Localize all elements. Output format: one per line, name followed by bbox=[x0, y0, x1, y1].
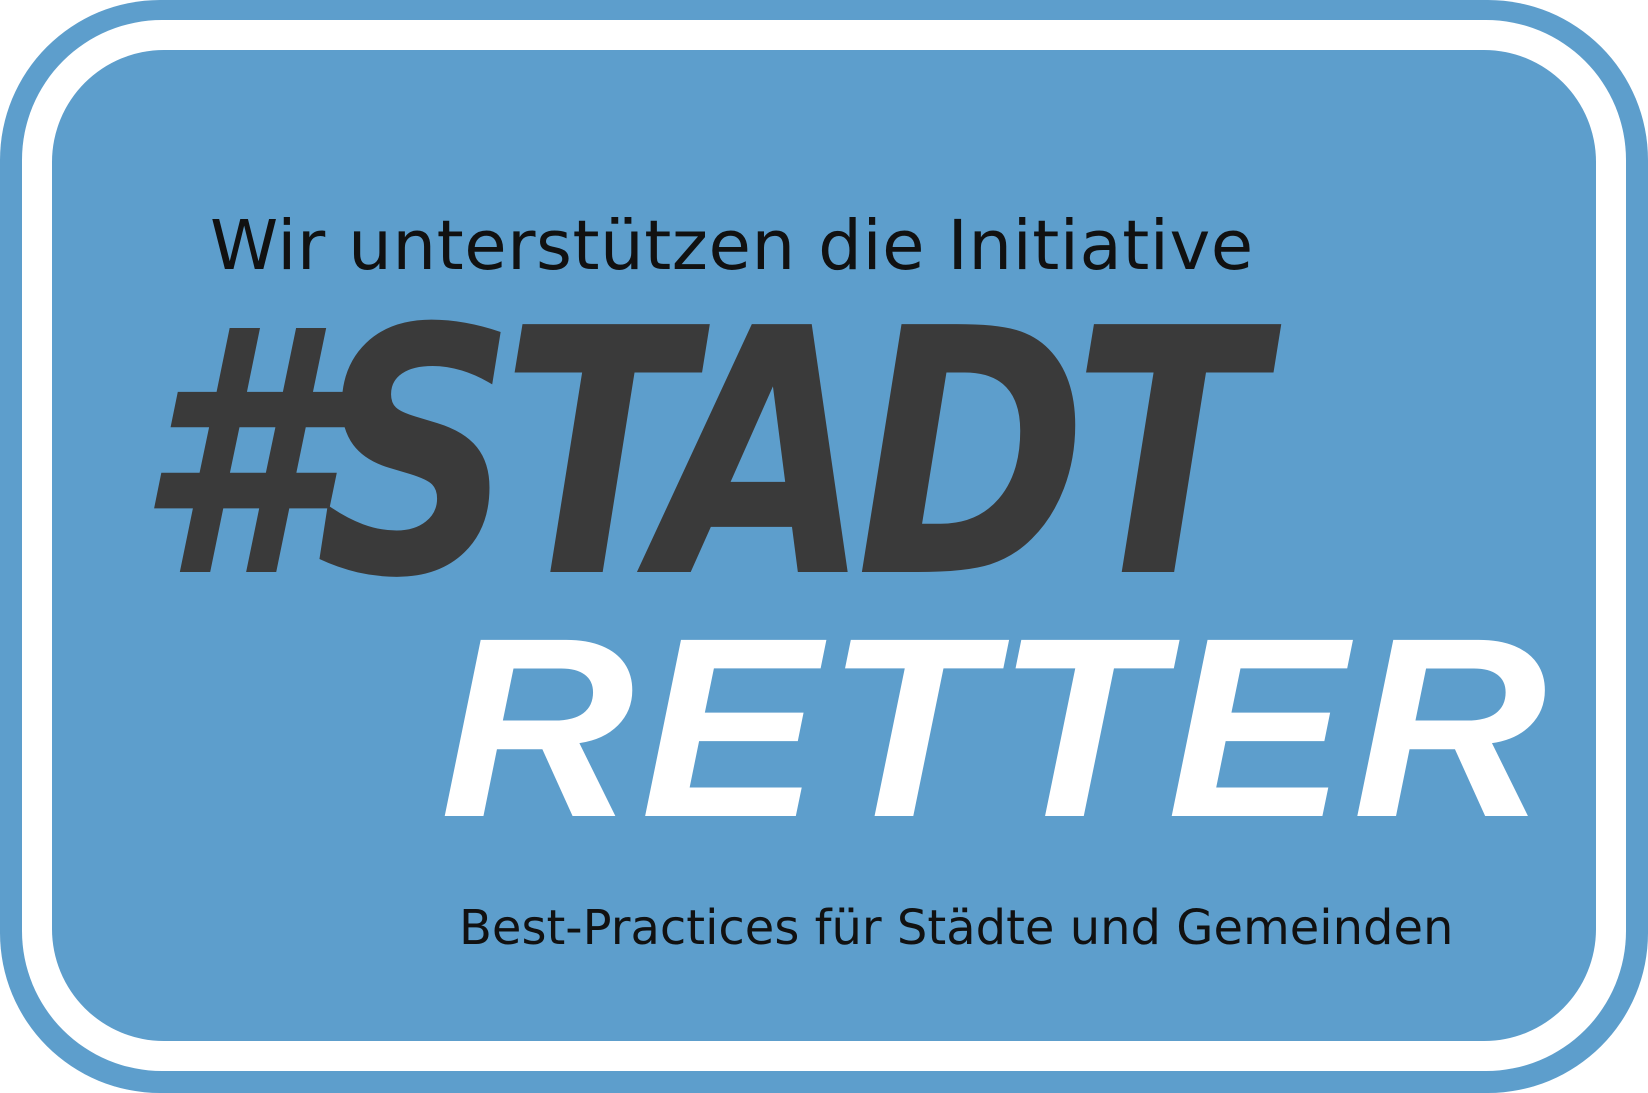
logo-retter: RETTER bbox=[440, 585, 1553, 871]
logo-stadt: #STADT bbox=[136, 257, 1263, 653]
subline: Best-Practices für Städte und Gemeinden bbox=[459, 900, 1454, 956]
